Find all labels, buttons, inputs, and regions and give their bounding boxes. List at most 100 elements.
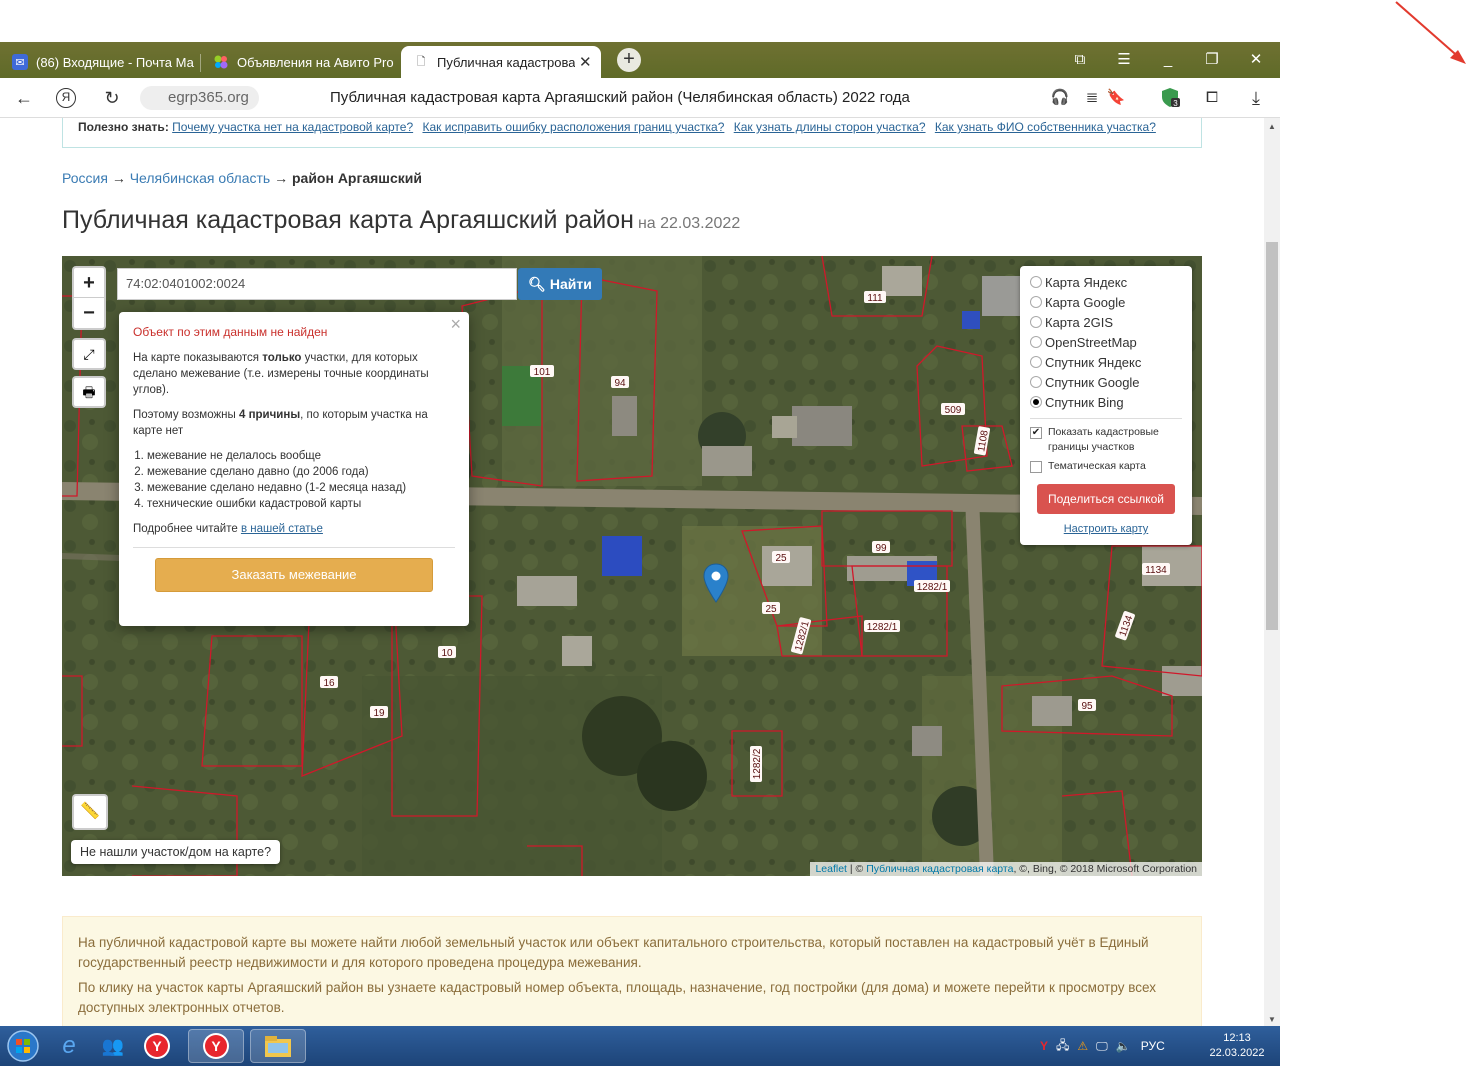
cadastral-map-link[interactable]: Публичная кадастровая карта bbox=[866, 863, 1013, 875]
layer-option-yandex-map[interactable]: Карта Яндекс bbox=[1030, 272, 1182, 292]
layer-option-google-map[interactable]: Карта Google bbox=[1030, 292, 1182, 312]
layer-option-yandex-satellite[interactable]: Спутник Яндекс bbox=[1030, 352, 1182, 372]
cadastral-search-input[interactable]: 74:02:0401002:0024 bbox=[117, 268, 517, 300]
share-link-button[interactable]: Поделиться ссылкой bbox=[1037, 484, 1175, 514]
yandex-icon[interactable]: Я bbox=[56, 88, 76, 108]
network-tray-icon[interactable]: 🖧 bbox=[1056, 1036, 1069, 1057]
new-tab-button[interactable]: + bbox=[617, 48, 641, 72]
parcel-label: 111 bbox=[864, 291, 886, 304]
svg-text:1282/1: 1282/1 bbox=[867, 622, 898, 633]
order-survey-button[interactable]: Заказать межевание bbox=[155, 558, 433, 592]
close-window-button[interactable]: ✕ bbox=[1244, 48, 1268, 72]
restore-button[interactable]: ❐ bbox=[1200, 48, 1224, 72]
bookmark-icon[interactable]: 🔖 bbox=[1104, 86, 1128, 110]
fullscreen-icon[interactable]: ⤢ bbox=[72, 338, 106, 370]
language-indicator[interactable]: РУС bbox=[1141, 1039, 1165, 1053]
file-explorer-icon[interactable] bbox=[250, 1029, 306, 1063]
info-link-side-lengths[interactable]: Как узнать длины сторон участка? bbox=[734, 120, 926, 134]
leaflet-link[interactable]: Leaflet bbox=[815, 863, 847, 875]
address-bar: ← Я ↻ egrp365.org Публичная кадастровая … bbox=[0, 78, 1280, 118]
popup-more: Подробнее читайте в нашей статье bbox=[133, 523, 323, 535]
scroll-down-icon[interactable]: ▼ bbox=[1268, 1015, 1276, 1024]
parcel-label: 1134 bbox=[1142, 563, 1170, 576]
thematic-map-checkbox[interactable]: Тематическая карта bbox=[1030, 459, 1182, 474]
svg-text:99: 99 bbox=[875, 543, 887, 554]
not-found-help-button[interactable]: Не нашли участок/дом на карте? bbox=[71, 840, 281, 864]
reload-button[interactable]: ↻ bbox=[100, 86, 124, 110]
url-field[interactable]: egrp365.org bbox=[140, 86, 259, 110]
volume-icon[interactable]: 🔈 bbox=[1116, 1039, 1131, 1053]
zoom-out-button[interactable]: − bbox=[74, 298, 104, 328]
popup-text-1: На карте показываются только участки, дл… bbox=[133, 352, 429, 396]
layer-option-2gis[interactable]: Карта 2GIS bbox=[1030, 312, 1182, 332]
users-icon[interactable]: 👥 bbox=[96, 1029, 130, 1063]
update-tray-icon[interactable]: ⚠ bbox=[1077, 1039, 1088, 1053]
heading-text: Публичная кадастровая карта Аргаяшский р… bbox=[62, 206, 634, 234]
minimize-button[interactable]: _ bbox=[1156, 48, 1180, 72]
tab-close-icon[interactable]: ✕ bbox=[579, 53, 592, 71]
svg-text:25: 25 bbox=[765, 604, 777, 615]
info-link-missing-parcel[interactable]: Почему участка нет на кадастровой карте? bbox=[172, 120, 413, 134]
configure-map-link[interactable]: Настроить карту bbox=[1030, 523, 1182, 535]
ruler-icon[interactable]: 📏 bbox=[72, 794, 108, 830]
reason-item: межевание сделано недавно (1-2 месяца на… bbox=[147, 480, 455, 496]
reason-item: технические ошибки кадастровой карты bbox=[147, 496, 455, 512]
popup-close-icon[interactable]: × bbox=[450, 315, 461, 333]
description-p1: На публичной кадастровой карте вы можете… bbox=[78, 935, 1149, 970]
scroll-thumb[interactable] bbox=[1266, 242, 1278, 630]
radio-icon bbox=[1030, 336, 1042, 348]
layer-option-osm[interactable]: OpenStreetMap bbox=[1030, 332, 1182, 352]
internet-explorer-icon[interactable]: e bbox=[52, 1029, 86, 1063]
article-link[interactable]: в нашей статье bbox=[241, 523, 323, 535]
breadcrumb-country[interactable]: Россия bbox=[62, 170, 108, 186]
location-marker[interactable] bbox=[703, 563, 729, 608]
heading-date: на 22.03.2022 bbox=[637, 215, 741, 232]
windows-taskbar: e 👥 Y Y Y 🖧 ⚠ 🖵 🔈 РУС 12:13 22.03.2022 bbox=[0, 1026, 1280, 1066]
cadastral-map[interactable]: 111 101 94 509 1108 25 99 1282/1 25 1282… bbox=[62, 256, 1202, 876]
radio-icon bbox=[1030, 316, 1042, 328]
reader-icon[interactable]: ≣ bbox=[1080, 86, 1104, 110]
layer-option-bing-satellite[interactable]: Спутник Bing bbox=[1030, 392, 1182, 412]
breadcrumb-district: район Аргаяшский bbox=[291, 170, 422, 186]
parcel-label: 1282/1 bbox=[864, 620, 900, 633]
parcel-label: 25 bbox=[762, 602, 780, 615]
tab-mail[interactable]: ✉ (86) Входящие - Почта Ма bbox=[0, 46, 198, 78]
zoom-in-button[interactable]: + bbox=[74, 268, 104, 298]
download-icon[interactable]: ⤓ bbox=[1244, 86, 1268, 110]
reason-item: межевание сделано давно (до 2006 года) bbox=[147, 464, 455, 480]
svg-text:101: 101 bbox=[534, 367, 551, 378]
search-icon: 🔍︎ bbox=[528, 276, 546, 292]
zoom-control: + − bbox=[72, 266, 106, 330]
yandex-browser-active-icon[interactable]: Y bbox=[188, 1029, 244, 1063]
search-button[interactable]: 🔍︎ Найти bbox=[518, 268, 602, 300]
tab-avito[interactable]: Объявления на Авито Pro bbox=[201, 46, 397, 78]
back-button[interactable]: ← bbox=[12, 86, 36, 110]
tab-cadastral[interactable]: 🗋 Публичная кадастрова ✕ bbox=[401, 46, 601, 78]
collections-icon[interactable]: ⧠ bbox=[1200, 86, 1224, 110]
thematic-label: Тематическая карта bbox=[1048, 460, 1146, 472]
map-attribution: Leaflet | © Публичная кадастровая карта,… bbox=[810, 862, 1202, 876]
show-borders-checkbox[interactable]: ✔ Показать кадастровые границы участков bbox=[1030, 425, 1182, 455]
info-link-fix-borders[interactable]: Как исправить ошибку расположения границ… bbox=[422, 120, 724, 134]
print-icon[interactable]: 🖶 bbox=[72, 376, 106, 408]
radio-icon bbox=[1030, 296, 1042, 308]
breadcrumb-region[interactable]: Челябинская область bbox=[130, 170, 271, 186]
protect-shield-icon[interactable]: 3 bbox=[1158, 86, 1182, 110]
yandex-browser-icon[interactable]: Y bbox=[140, 1029, 174, 1063]
checkbox-icon bbox=[1030, 461, 1042, 473]
yandex-tray-icon[interactable]: Y bbox=[1040, 1039, 1048, 1053]
start-button[interactable] bbox=[6, 1029, 40, 1063]
display-tray-icon[interactable]: 🖵 bbox=[1096, 1039, 1108, 1054]
breadcrumb-arrow: → bbox=[274, 170, 289, 186]
layer-option-google-satellite[interactable]: Спутник Google bbox=[1030, 372, 1182, 392]
breadcrumb: Россия → Челябинская область → район Арг… bbox=[62, 170, 422, 186]
info-link-owner[interactable]: Как узнать ФИО собственника участка? bbox=[935, 120, 1156, 134]
headphones-icon[interactable]: 🎧 bbox=[1048, 86, 1072, 110]
svg-text:16: 16 bbox=[323, 678, 335, 689]
page-scrollbar[interactable]: ▲ ▼ bbox=[1264, 118, 1280, 1026]
taskbar-clock[interactable]: 12:13 22.03.2022 bbox=[1200, 1031, 1274, 1061]
menu-icon[interactable]: ☰ bbox=[1112, 48, 1136, 72]
parcel-label: 99 bbox=[872, 541, 890, 554]
tabs-list-icon[interactable]: ⧉ bbox=[1068, 48, 1092, 72]
scroll-up-icon[interactable]: ▲ bbox=[1268, 122, 1276, 131]
